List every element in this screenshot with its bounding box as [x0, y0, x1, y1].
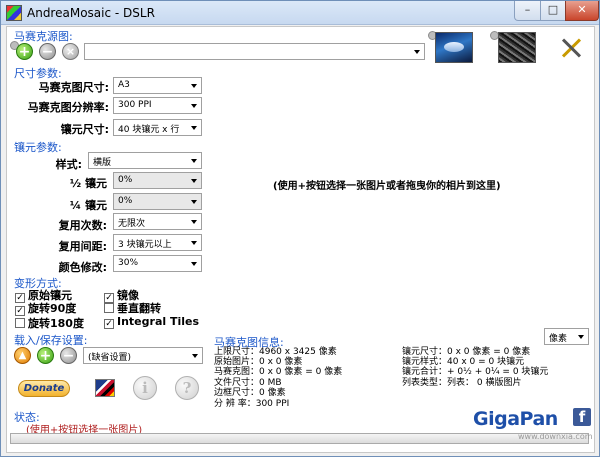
source-section-label: 马赛克源图: [14, 30, 73, 43]
color-change-label: 颜色修改: [58, 261, 107, 274]
color-change-dropdown[interactable]: 30% [113, 255, 202, 272]
tile-list-thumbnail[interactable] [435, 32, 473, 63]
mosaic-size-dropdown[interactable]: A3 [113, 77, 202, 94]
app-icon [6, 5, 22, 21]
checkbox-mark[interactable]: ✓ [104, 319, 114, 329]
info-left-2: 原始图片：0 x 0 像素 [214, 357, 303, 367]
info-left-3: 马赛克图：0 x 0 像素 = 0 像素 [214, 367, 343, 377]
integral-tiles-checkbox[interactable]: ✓ Integral Tiles [104, 315, 199, 329]
remove-source-button[interactable]: − [39, 43, 56, 60]
clear-source-button[interactable]: × [62, 43, 79, 60]
save-settings-button[interactable]: + [37, 347, 54, 364]
reuse-dropdown[interactable]: 无限次 [113, 213, 202, 230]
style-label: 样式: [55, 158, 82, 171]
info-right-3: 镶元合计：+ 0½ + 0¼ = 0 块镶元 [402, 367, 549, 377]
window-title: AndreaMosaic - DSLR [27, 6, 155, 20]
app-window: AndreaMosaic - DSLR – □ ✕ 马赛克源图: + − × 尺… [0, 0, 600, 457]
tile-size-label: 镶元尺寸: [60, 123, 109, 136]
style-dropdown[interactable]: 横版 [88, 152, 202, 169]
quarter-tile-label: ¼ 镶元 [69, 199, 107, 212]
load-settings-button[interactable]: ▲ [14, 347, 31, 364]
info-left-4: 文件尺寸：0 MB [214, 378, 282, 388]
vertical-flip-checkbox[interactable]: 垂直翻转 [104, 300, 161, 316]
minimize-button[interactable]: – [514, 1, 541, 21]
help-icon[interactable]: ? [175, 376, 199, 400]
resolution-dropdown[interactable]: 300 PPI [113, 97, 202, 114]
quarter-tile-dropdown[interactable]: 0% [113, 193, 202, 210]
tile-size-dropdown[interactable]: 40 块镶元 x 行 [113, 119, 202, 136]
half-tile-label: ½ 镶元 [69, 177, 107, 190]
checkbox-mark[interactable] [104, 303, 114, 313]
mosaic-size-label: 马赛克图尺寸: [38, 81, 109, 94]
mosaic-preview-thumbnail[interactable] [498, 32, 536, 63]
info-left-1: 上限尺寸：4960 x 3425 像素 [214, 347, 337, 357]
close-window-button[interactable]: ✕ [565, 1, 599, 21]
drop-zone-hint[interactable]: (使用+按钮选择一张图片或者拖曳你的相片到这里) [273, 177, 501, 192]
tile-section-label: 镶元参数: [14, 141, 62, 154]
info-icon[interactable]: i [133, 376, 157, 400]
gigapan-logo[interactable]: GigaPan [473, 408, 558, 430]
maximize-button[interactable]: □ [540, 1, 566, 21]
info-left-6: 分 辨 率：300 PPI [214, 399, 290, 409]
rotate-180-checkbox[interactable]: 旋转180度 [15, 315, 84, 331]
delete-settings-button[interactable]: − [60, 347, 77, 364]
preset-dropdown[interactable]: (缺省设置) [83, 347, 203, 364]
reuse-label: 复用次数: [58, 219, 107, 232]
add-source-button[interactable]: + [16, 43, 33, 60]
title-bar: AndreaMosaic - DSLR – □ ✕ [1, 1, 599, 25]
language-flag-icon[interactable] [95, 379, 115, 397]
load-save-section-label: 载入/保存设置: [14, 334, 88, 347]
rotate-90-checkbox[interactable]: ✓ 旋转90度 [15, 300, 76, 316]
watermark: www.downxia.com [518, 432, 593, 441]
unit-dropdown[interactable]: 像素 [544, 328, 589, 345]
facebook-icon[interactable]: f [573, 408, 591, 426]
main-panel: 马赛克源图: + − × 尺寸参数: 马赛克图尺寸: A3 马赛克图分辨率: 3… [6, 26, 595, 453]
checkbox-mark[interactable] [15, 318, 25, 328]
half-tile-dropdown[interactable]: 0% [113, 172, 202, 189]
reuse-distance-dropdown[interactable]: 3 块镶元以上 [113, 234, 202, 251]
progress-bar [10, 433, 589, 444]
source-path-dropdown[interactable] [84, 43, 425, 60]
info-right-2: 镶元样式：40 x 0 = 0 块镶元 [402, 357, 525, 367]
resolution-label: 马赛克图分辨率: [27, 101, 109, 114]
info-left-5: 边框尺寸：0 像素 [214, 388, 286, 398]
reuse-distance-label: 复用间距: [58, 240, 107, 253]
info-right-1: 镶元尺寸：0 x 0 像素 = 0 像素 [402, 347, 531, 357]
donate-button[interactable]: Donate [18, 380, 70, 397]
tools-icon[interactable] [559, 36, 583, 60]
info-right-4: 列表类型：列表： 0 横版图片 [402, 378, 522, 388]
